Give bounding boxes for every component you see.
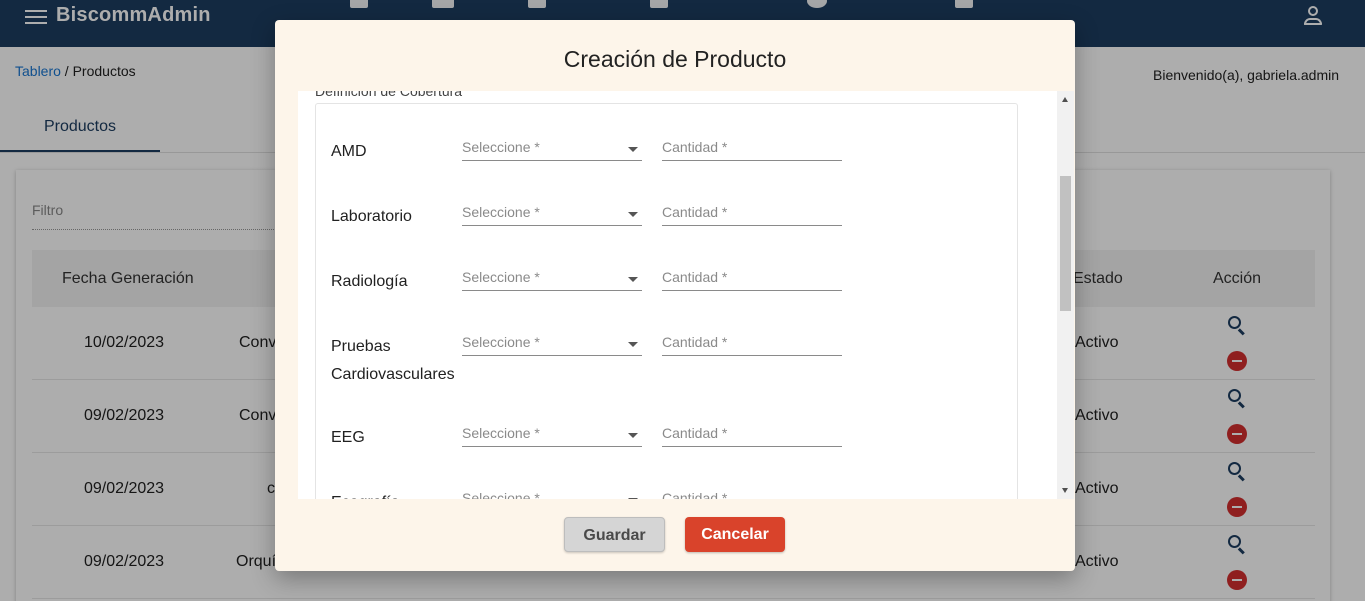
quantity-placeholder: Cantidad * — [662, 425, 728, 441]
quantity-input-ecografia[interactable]: Cantidad * — [662, 486, 842, 499]
create-product-dialog: Creación de Producto AMD Seleccione * Ca… — [275, 20, 1075, 571]
coverage-label-pruebas-cardiovasculares: Pruebas Cardiovasculares — [331, 338, 455, 383]
dropdown-arrow-icon — [628, 433, 638, 438]
coverage-label-laboratorio: Laboratorio — [331, 208, 412, 225]
quantity-input-pruebas-cardiovasculares[interactable]: Cantidad * — [662, 330, 842, 356]
select-placeholder: Seleccione * — [462, 269, 540, 285]
dropdown-arrow-icon — [628, 342, 638, 347]
coverage-section-legend: Definición de Cobertura — [315, 91, 463, 99]
quantity-input-eeg[interactable]: Cantidad * — [662, 421, 842, 447]
scrollbar-thumb[interactable] — [1060, 176, 1071, 311]
cancel-button[interactable]: Cancelar — [685, 517, 785, 552]
coverage-select-pruebas-cardiovasculares[interactable]: Seleccione * — [462, 330, 642, 356]
select-placeholder: Seleccione * — [462, 334, 540, 350]
quantity-input-radiologia[interactable]: Cantidad * — [662, 265, 842, 291]
select-placeholder: Seleccione * — [462, 490, 540, 499]
dialog-title: Creación de Producto — [563, 46, 787, 72]
quantity-placeholder: Cantidad * — [662, 139, 728, 155]
select-placeholder: Seleccione * — [462, 204, 540, 220]
quantity-input-laboratorio[interactable]: Cantidad * — [662, 200, 842, 226]
coverage-label-ecografia: Ecografía — [331, 489, 461, 499]
select-placeholder: Seleccione * — [462, 139, 540, 155]
coverage-fieldset: AMD Seleccione * Cantidad * Laboratorio … — [315, 103, 1018, 499]
quantity-placeholder: Cantidad * — [662, 269, 728, 285]
dialog-scroll-content: AMD Seleccione * Cantidad * Laboratorio … — [298, 91, 1060, 499]
dropdown-arrow-icon — [628, 147, 638, 152]
scroll-up-arrow-icon[interactable] — [1062, 97, 1068, 102]
coverage-select-amd[interactable]: Seleccione * — [462, 135, 642, 161]
quantity-placeholder: Cantidad * — [662, 490, 728, 499]
coverage-select-eeg[interactable]: Seleccione * — [462, 421, 642, 447]
dropdown-arrow-icon — [628, 277, 638, 282]
dialog-scrollbar[interactable] — [1057, 91, 1074, 499]
coverage-label-radiologia: Radiología — [331, 273, 408, 290]
select-placeholder: Seleccione * — [462, 425, 540, 441]
quantity-placeholder: Cantidad * — [662, 204, 728, 220]
dropdown-arrow-icon — [628, 498, 638, 499]
coverage-select-ecografia[interactable]: Seleccione * — [462, 486, 642, 499]
coverage-label-amd: AMD — [331, 143, 367, 160]
dropdown-arrow-icon — [628, 212, 638, 217]
quantity-placeholder: Cantidad * — [662, 334, 728, 350]
save-button[interactable]: Guardar — [564, 517, 665, 552]
coverage-select-radiologia[interactable]: Seleccione * — [462, 265, 642, 291]
scroll-down-arrow-icon[interactable] — [1062, 488, 1068, 493]
quantity-input-amd[interactable]: Cantidad * — [662, 135, 842, 161]
coverage-label-eeg: EEG — [331, 429, 365, 446]
coverage-select-laboratorio[interactable]: Seleccione * — [462, 200, 642, 226]
